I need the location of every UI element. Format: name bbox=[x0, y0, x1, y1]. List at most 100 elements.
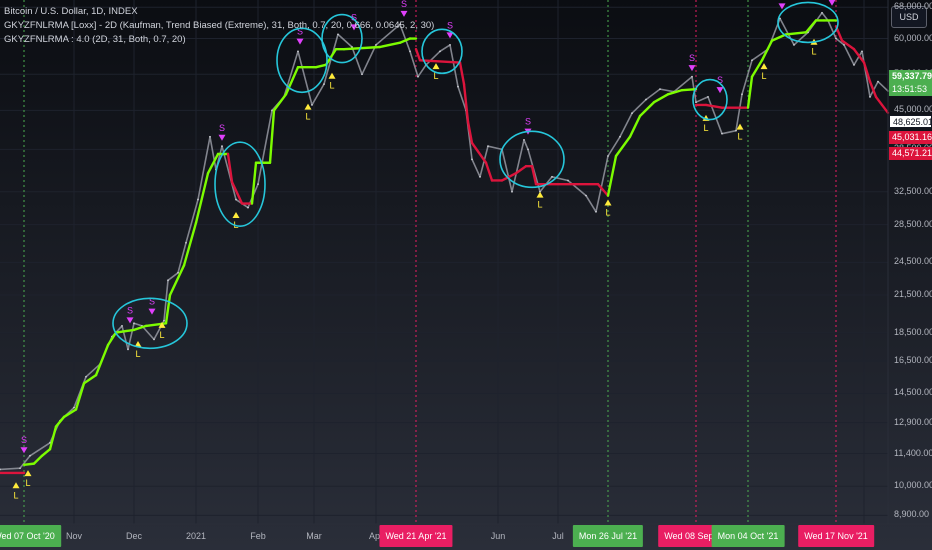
price-chart[interactable]: LSLSLSLSLSLLSSLSSLLSLSLLSLS bbox=[0, 0, 932, 550]
price-point bbox=[861, 50, 863, 53]
price-point bbox=[471, 158, 473, 161]
price-point bbox=[487, 145, 489, 148]
countdown-tag: 13:51:53 bbox=[889, 83, 932, 96]
price-point bbox=[449, 43, 451, 46]
price-point bbox=[127, 348, 129, 351]
y-tick-label: 8,900.00 bbox=[894, 509, 930, 520]
price-point bbox=[695, 101, 697, 104]
price-point bbox=[645, 98, 647, 101]
y-tick-label: 18,500.00 bbox=[894, 326, 932, 337]
chart-legend: Bitcoin / U.S. Dollar, 1D, INDEX GKYZFNL… bbox=[4, 5, 434, 47]
price-point bbox=[235, 198, 237, 201]
indicator-price-tag-1: 45,031.16 bbox=[889, 131, 932, 144]
price-point bbox=[197, 198, 199, 201]
x-tick-label: Dec bbox=[125, 531, 143, 541]
y-tick-label: 24,500.00 bbox=[894, 256, 932, 267]
buy-label: L bbox=[159, 330, 164, 340]
price-point bbox=[177, 271, 179, 274]
price-point bbox=[409, 50, 411, 53]
price-point bbox=[361, 73, 363, 76]
buy-label: L bbox=[329, 81, 334, 91]
y-tick-label: 10,000.00 bbox=[894, 480, 932, 491]
price-point bbox=[853, 63, 855, 66]
chart-root[interactable]: LSLSLSLSLSLLSSLSSLLSLSLLSLS Bitcoin / U.… bbox=[0, 0, 932, 550]
price-point bbox=[793, 43, 795, 46]
buy-label: L bbox=[737, 132, 742, 142]
x-tick-label: Jul bbox=[552, 531, 564, 541]
symbol-title[interactable]: Bitcoin / U.S. Dollar, 1D, INDEX bbox=[4, 5, 434, 19]
signal-date-tag-sell: Wed 17 Nov '21 bbox=[798, 525, 874, 547]
current-price-tag: 59,337.79 bbox=[889, 70, 932, 83]
price-point bbox=[877, 80, 879, 83]
buy-label: L bbox=[537, 200, 542, 210]
x-tick-label: Jun bbox=[490, 531, 506, 541]
price-point bbox=[523, 138, 525, 141]
buy-label: L bbox=[305, 112, 310, 122]
signal-date-tag-buy: Mon 26 Jul '21 bbox=[572, 525, 644, 547]
sell-label: S bbox=[21, 435, 27, 445]
sell-label: S bbox=[779, 0, 785, 1]
signal-date-tag-sell: Wed 21 Apr '21 bbox=[379, 525, 453, 547]
price-point bbox=[19, 467, 21, 470]
indicator-price-tag-2: 44,571.21 bbox=[889, 147, 932, 160]
x-tick-label: Mar bbox=[306, 531, 322, 541]
buy-label: L bbox=[811, 47, 816, 57]
price-point bbox=[85, 375, 87, 378]
price-point bbox=[271, 109, 273, 112]
price-point bbox=[527, 148, 529, 151]
price-point bbox=[869, 96, 871, 98]
price-point bbox=[835, 37, 837, 40]
price-point bbox=[457, 85, 459, 88]
price-point bbox=[29, 454, 31, 457]
buy-label: L bbox=[13, 490, 18, 500]
price-point bbox=[297, 50, 299, 53]
price-point bbox=[221, 145, 223, 148]
price-point bbox=[631, 112, 633, 115]
price-point bbox=[595, 210, 597, 213]
price-point bbox=[691, 75, 693, 78]
price-point bbox=[479, 175, 481, 178]
price-point bbox=[511, 190, 513, 193]
x-tick-label: Feb bbox=[250, 531, 266, 541]
price-point bbox=[153, 338, 155, 341]
y-tick-label: 45,000.00 bbox=[894, 104, 932, 115]
price-point bbox=[821, 11, 823, 14]
price-point bbox=[167, 279, 169, 282]
price-point bbox=[619, 135, 621, 138]
signal-date-tag-buy: Mon 04 Oct '21 bbox=[711, 525, 785, 547]
buy-label: L bbox=[25, 478, 30, 488]
price-point bbox=[323, 83, 325, 85]
buy-label: L bbox=[605, 208, 610, 218]
y-tick-label: 32,500.00 bbox=[894, 185, 932, 196]
sell-label: S bbox=[525, 117, 531, 127]
price-point bbox=[185, 241, 187, 244]
y-tick-label: 68,000.00 bbox=[894, 1, 932, 12]
sell-label: S bbox=[127, 305, 133, 315]
price-point bbox=[247, 206, 249, 209]
indicator-segment-up bbox=[22, 462, 36, 466]
buy-label: L bbox=[703, 123, 708, 133]
sell-label: S bbox=[689, 53, 695, 63]
sell-label: S bbox=[219, 123, 225, 133]
y-tick-label: 11,400.00 bbox=[894, 447, 932, 458]
y-tick-label: 28,500.00 bbox=[894, 218, 932, 229]
signal-date-tag-buy: Wed 07 Oct '20 bbox=[0, 525, 61, 547]
price-point bbox=[721, 132, 723, 135]
price-point bbox=[707, 96, 709, 98]
buy-label: L bbox=[135, 349, 140, 359]
price-point bbox=[751, 59, 753, 62]
indicator-segment-up bbox=[680, 87, 698, 92]
indicator-1-label[interactable]: GKYZFNLRMA [Loxx] - 2D (Kaufman, Trend B… bbox=[4, 19, 434, 33]
buy-label: L bbox=[761, 71, 766, 81]
y-tick-label: 21,500.00 bbox=[894, 289, 932, 299]
price-point bbox=[585, 194, 587, 197]
sell-label: S bbox=[447, 20, 453, 30]
price-point bbox=[163, 319, 165, 322]
price-point bbox=[417, 75, 419, 78]
price-point bbox=[209, 135, 211, 138]
price-point bbox=[439, 50, 441, 53]
price-point bbox=[741, 93, 743, 96]
price-point bbox=[607, 155, 609, 157]
x-tick-label: 2021 bbox=[185, 531, 207, 541]
indicator-2-label[interactable]: GKYZFNLRMA : 4.0 (2D, 31, Both, 0.7, 20) bbox=[4, 33, 434, 47]
